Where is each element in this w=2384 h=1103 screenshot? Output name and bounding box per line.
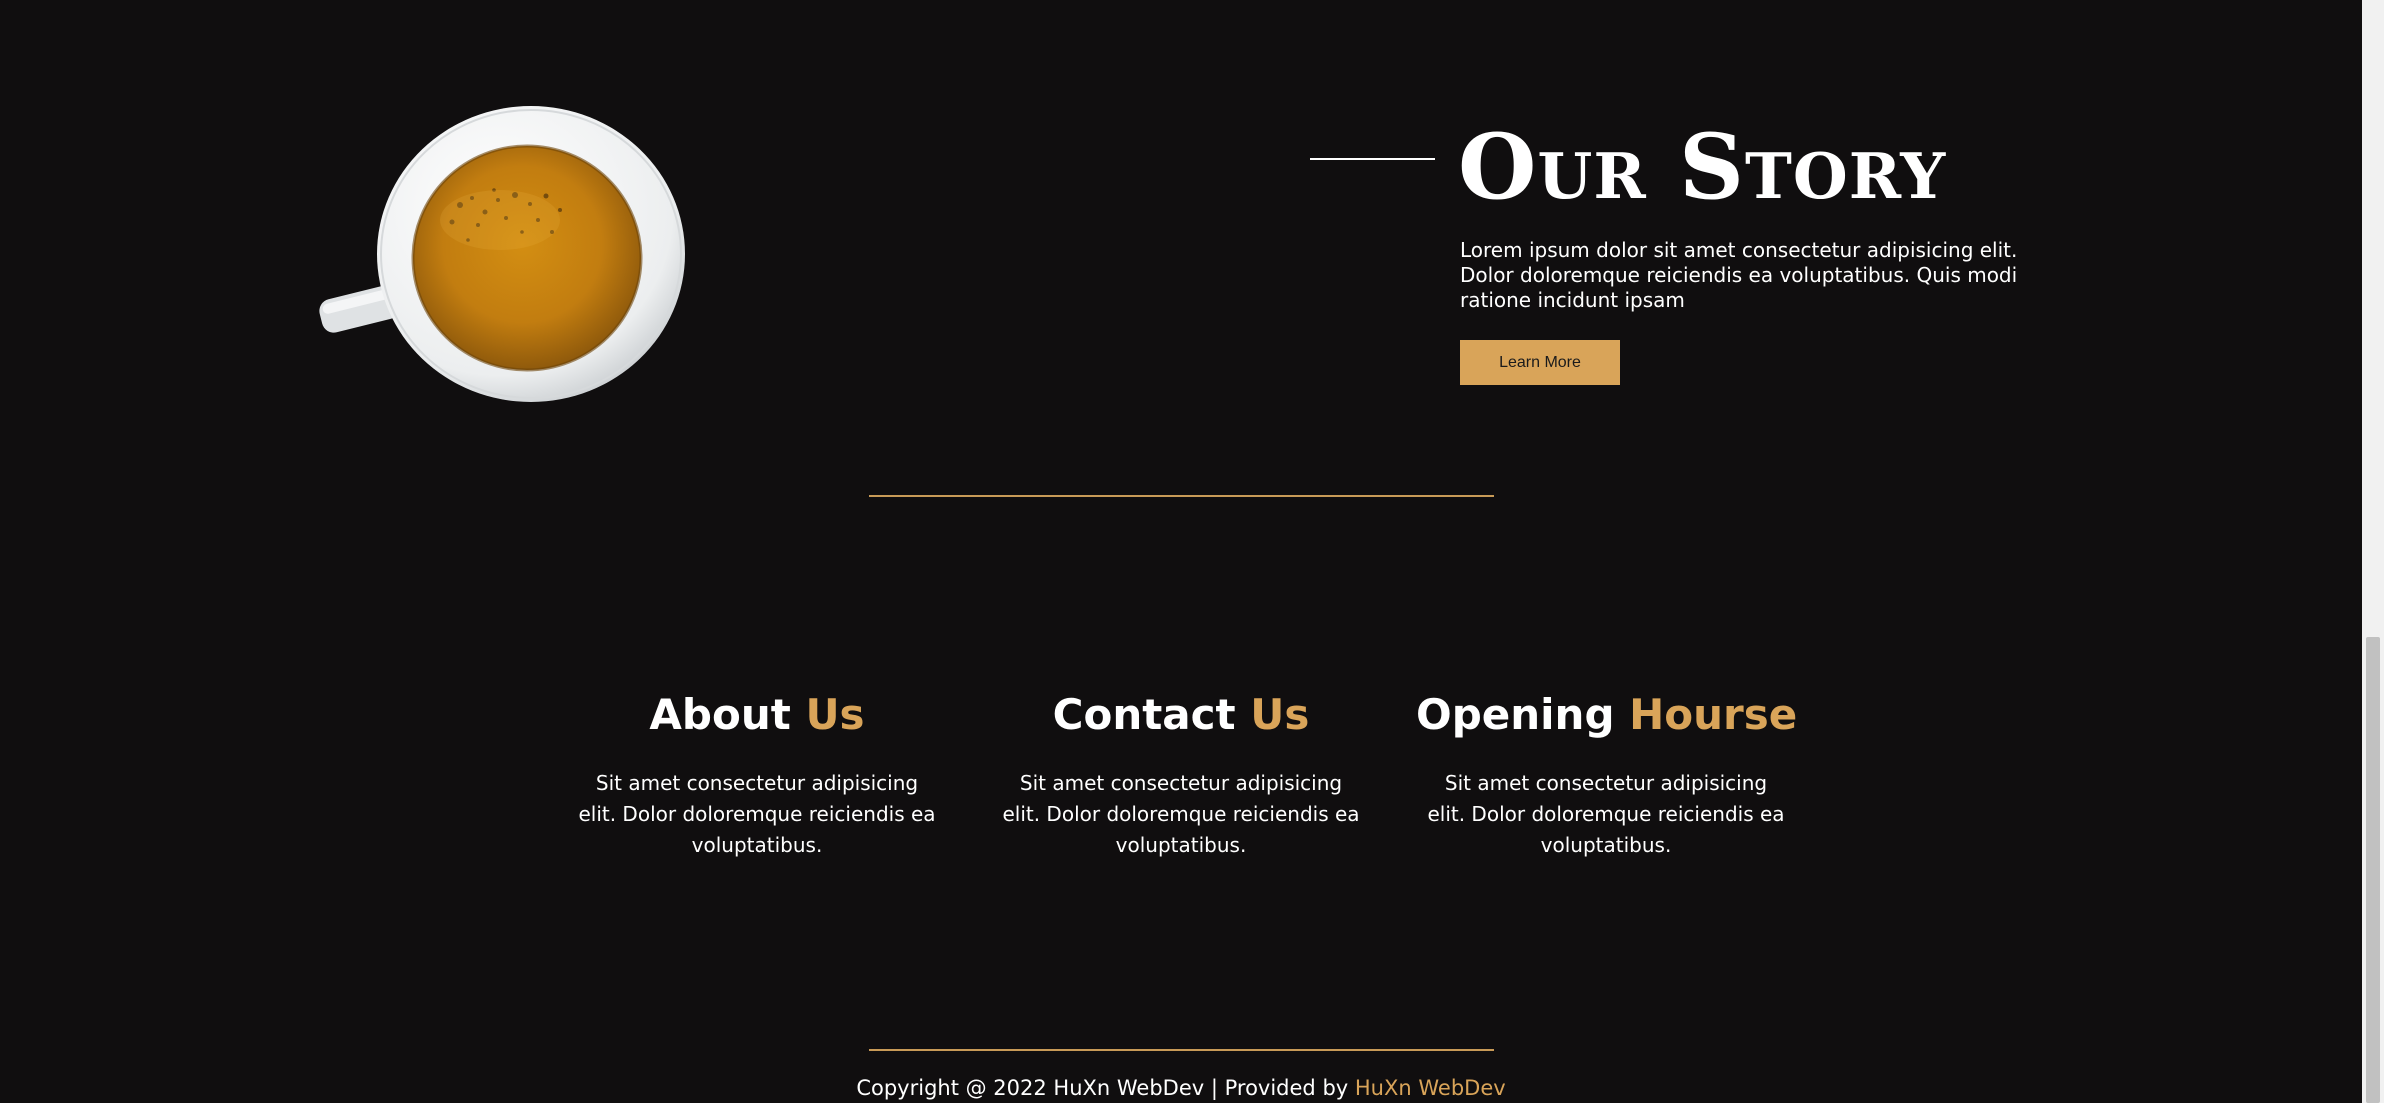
story-title: Our Story [1458, 114, 1947, 220]
opening-hours-heading: Opening Hourse [1416, 680, 1798, 750]
heading-accent: Us [805, 690, 865, 739]
page: Our Story Lorem ipsum dolor sit amet con… [0, 0, 2384, 1103]
heading-main: Contact [1052, 690, 1236, 739]
footer-copyright: Copyright @ 2022 HuXn WebDev | Provided … [0, 1072, 2362, 1103]
contact-us-text: Sit amet consectetur adipisicing elit. D… [1002, 771, 1360, 857]
story-text: Lorem ipsum dolor sit amet consectetur a… [1460, 238, 2018, 312]
heading-accent: Hourse [1629, 690, 1798, 739]
heading-accent: Us [1250, 690, 1310, 739]
vertical-scrollbar[interactable] [2362, 0, 2384, 1103]
section-divider [869, 495, 1494, 497]
scrollbar-thumb[interactable] [2366, 637, 2380, 1103]
learn-more-button[interactable]: Learn More [1460, 340, 1620, 385]
contact-us-column: Contact Us Sit amet consectetur adipisic… [991, 680, 1371, 861]
about-us-heading: About Us [567, 680, 947, 750]
contact-us-heading: Contact Us [991, 680, 1371, 750]
opening-hours-text: Sit amet consectetur adipisicing elit. D… [1427, 771, 1785, 857]
heading-main: About [649, 690, 791, 739]
story-title-rule [1310, 158, 1435, 160]
about-us-column: About Us Sit amet consectetur adipisicin… [567, 680, 947, 861]
heading-main: Opening [1416, 690, 1615, 739]
about-us-text: Sit amet consectetur adipisicing elit. D… [578, 771, 936, 857]
brand-link[interactable]: HuXn WebDev [1355, 1076, 1506, 1100]
footer-divider [869, 1049, 1494, 1051]
coffee-cup-image [310, 100, 700, 410]
opening-hours-column: Opening Hourse Sit amet consectetur adip… [1416, 680, 1798, 861]
copyright-text: Copyright @ 2022 HuXn WebDev | Provided … [856, 1076, 1349, 1100]
